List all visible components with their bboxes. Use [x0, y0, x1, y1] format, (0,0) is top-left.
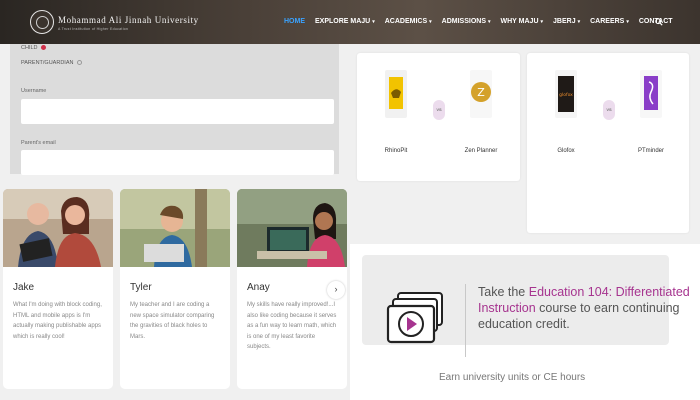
nav-jberj[interactable]: JBERJ ▾ [553, 18, 580, 25]
chevron-down-icon: ▾ [626, 19, 629, 25]
radio-selected-icon[interactable] [41, 45, 47, 51]
svg-text:glofox: glofox [559, 92, 573, 98]
chevron-down-icon: ▾ [429, 19, 432, 25]
chevron-down-icon: ▾ [540, 19, 544, 25]
product-name[interactable]: Zen Planner [457, 148, 505, 154]
glofox-product-icon: glofox [555, 70, 577, 118]
chevron-down-icon: ▾ [577, 19, 581, 25]
testimonial-photo [120, 189, 230, 267]
testimonial-photo [3, 189, 113, 267]
university-seal-icon[interactable] [30, 10, 54, 34]
testimonial-name: Tyler [130, 282, 152, 293]
login-form: CHILD PARENT/GUARDIAN Username Parent's … [10, 44, 339, 175]
university-tagline: A Trust Institution of Higher Education [58, 27, 129, 31]
testimonial-quote: What I'm doing with block coding, HTML a… [13, 302, 102, 340]
nav-why-maju[interactable]: WHY MAJU ▾ [501, 18, 544, 25]
zen-planner-product-icon: Z [470, 70, 492, 118]
rhinofit-product-icon [385, 70, 407, 118]
vs-badge: VS [433, 100, 445, 120]
radio-child-label: CHILD [21, 45, 38, 51]
testimonial-photo [237, 189, 347, 267]
chevron-down-icon: ▾ [488, 19, 491, 25]
radio-child[interactable]: CHILD [21, 45, 47, 51]
nav-academics[interactable]: ACADEMICS ▾ [385, 18, 432, 25]
product-name[interactable]: Glofox [542, 148, 590, 154]
product-name[interactable]: RhinoPit [372, 148, 420, 154]
chevron-right-icon: › [334, 284, 338, 294]
video-course-icon [386, 292, 443, 344]
nav-careers[interactable]: CAREERS ▾ [590, 18, 629, 25]
testimonial-quote: My skills have really improved!...I also… [247, 302, 337, 350]
nav-explore-maju[interactable]: EXPLORE MAJU ▾ [315, 18, 375, 25]
main-nav: HOME EXPLORE MAJU ▾ ACADEMICS ▾ ADMISSIONS… [284, 18, 673, 25]
username-input[interactable] [21, 99, 334, 124]
education-prefix: Take the [478, 285, 529, 299]
comparison-card[interactable]: glofox VS Glofox PTminder [527, 53, 689, 233]
parent-email-label: Parent's email [21, 140, 56, 146]
nav-home[interactable]: HOME [284, 18, 305, 25]
search-icon[interactable] [655, 18, 663, 26]
chevron-down-icon: ▾ [372, 19, 375, 25]
education-subtext: Earn university units or CE hours [439, 372, 586, 383]
parent-email-input[interactable] [21, 150, 334, 175]
site-header: Mohammad Ali Jinnah University A Trust I… [0, 0, 700, 44]
radio-parent[interactable]: PARENT/GUARDIAN [21, 60, 82, 66]
education-headline: Take the Education 104: Differentiated I… [478, 284, 693, 332]
username-label: Username [21, 88, 47, 94]
product-name[interactable]: PTminder [627, 148, 675, 154]
testimonial-quote: My teacher and I are coding a new space … [130, 302, 215, 340]
testimonial-name: Anay [247, 282, 270, 293]
radio-parent-label: PARENT/GUARDIAN [21, 60, 74, 66]
vs-badge: VS [603, 100, 615, 120]
comparison-card[interactable]: VS Z RhinoPit Zen Planner [357, 53, 520, 181]
svg-text:Z: Z [477, 86, 485, 99]
testimonial-card[interactable]: Jake What I'm doing with block coding, H… [3, 189, 113, 389]
ptminder-product-icon [640, 70, 662, 118]
radio-unselected-icon[interactable] [77, 60, 82, 66]
university-name[interactable]: Mohammad Ali Jinnah University [58, 15, 199, 25]
testimonial-card[interactable]: Tyler My teacher and I are coding a new … [120, 189, 230, 389]
carousel-next-button[interactable]: › [327, 281, 345, 299]
divider [465, 284, 466, 357]
testimonial-name: Jake [13, 282, 35, 293]
nav-admissions[interactable]: ADMISSIONS ▾ [442, 18, 491, 25]
